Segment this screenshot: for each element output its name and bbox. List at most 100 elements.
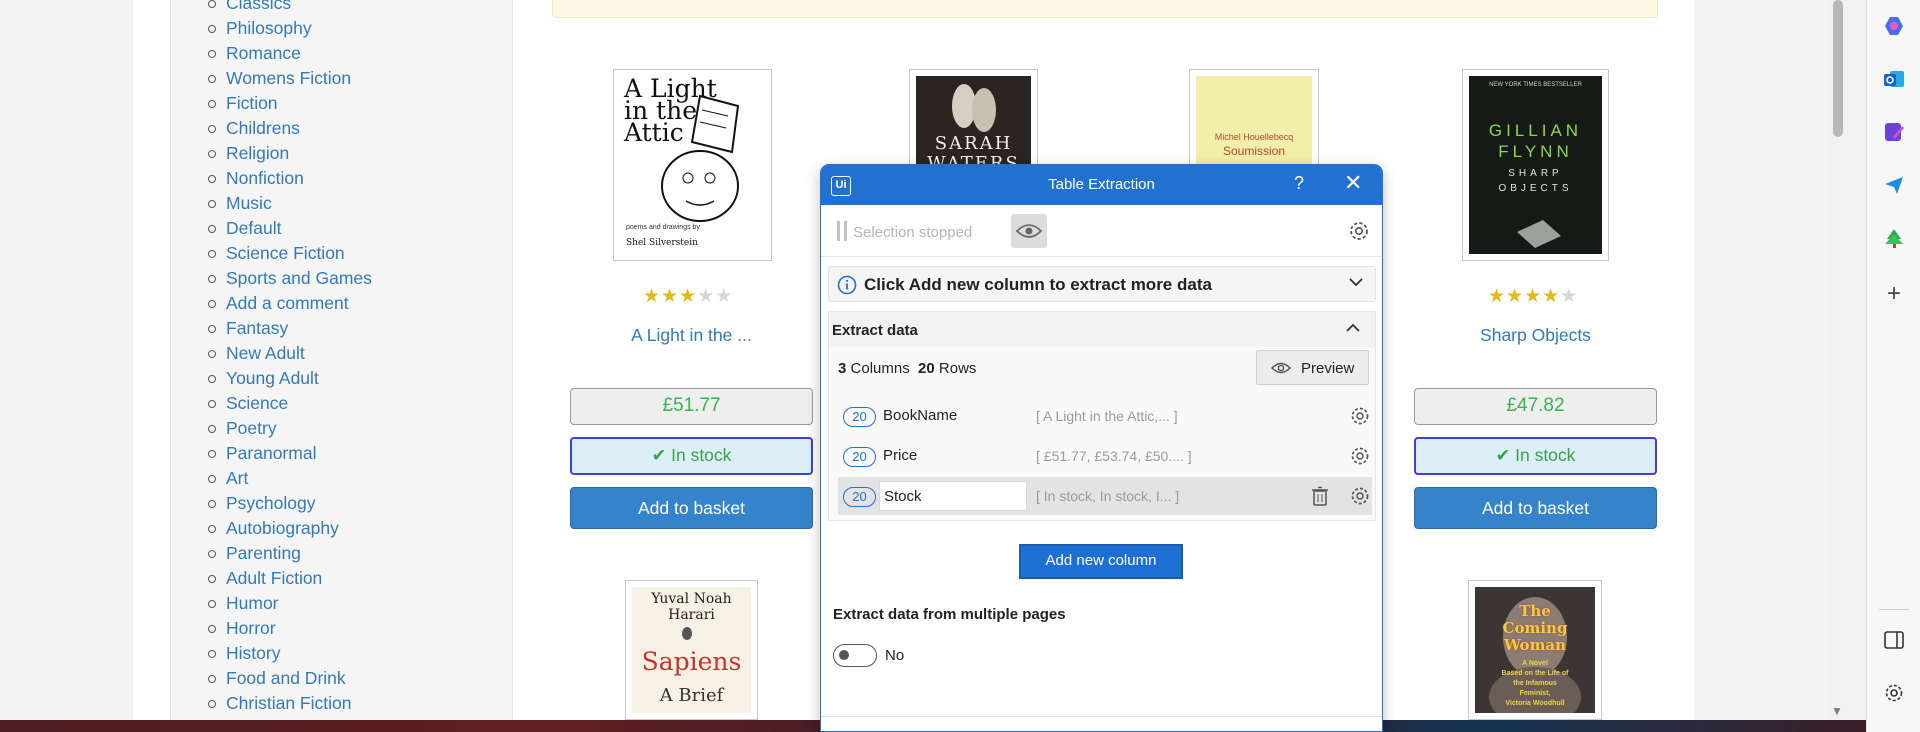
settings-gear-icon[interactable]: [1348, 220, 1370, 247]
book-cover-the-coming-woman[interactable]: The Coming Woman A Novel Based on the Li…: [1468, 580, 1602, 720]
cover-text: A Novel: [1522, 660, 1548, 667]
extract-data-title: Extract data: [832, 322, 918, 339]
category-link[interactable]: Religion: [206, 141, 372, 166]
category-link[interactable]: Fiction: [206, 91, 372, 116]
category-link[interactable]: Parenting: [206, 541, 372, 566]
column-name: BookName: [883, 407, 958, 424]
category-link[interactable]: Womens Fiction: [206, 66, 372, 91]
designer-icon[interactable]: [1882, 120, 1906, 144]
category-link[interactable]: Science Fiction: [206, 241, 372, 266]
page-left-gutter: [0, 0, 133, 720]
column-settings-gear-icon[interactable]: [1350, 446, 1370, 466]
rows-count: 20: [918, 360, 935, 377]
notice-banner: [552, 0, 1658, 18]
category-link[interactable]: Horror: [206, 616, 372, 641]
help-button[interactable]: ?: [1294, 173, 1304, 194]
book-title-link[interactable]: Sharp Objects: [1435, 325, 1636, 346]
info-icon: [837, 275, 857, 295]
multiple-pages-toggle[interactable]: [833, 644, 877, 667]
info-banner[interactable]: Click Add new column to extract more dat…: [828, 266, 1376, 302]
category-link[interactable]: Default: [206, 216, 372, 241]
category-link[interactable]: Humor: [206, 591, 372, 616]
cover-author: Harari: [668, 607, 715, 623]
column-row-price[interactable]: 20 Price [ £51.77, £53.74, £50.... ]: [838, 437, 1372, 475]
book-title-link[interactable]: A Light in the ...: [591, 325, 792, 346]
divider: [1879, 609, 1909, 610]
tree-icon[interactable]: [1882, 226, 1906, 250]
chevron-down-icon[interactable]: [1349, 277, 1363, 287]
category-link[interactable]: Romance: [206, 41, 372, 66]
cover-text: SARAH: [934, 133, 1013, 154]
availability-badge: ✔ In stock: [570, 437, 813, 475]
book-cover-a-light-in-the-attic[interactable]: A Light in the Attic poems and drawings …: [613, 69, 772, 261]
category-link[interactable]: Nonfiction: [206, 166, 372, 191]
category-link[interactable]: Autobiography: [206, 516, 372, 541]
dialog-titlebar[interactable]: Ui Table Extraction ? ✕: [821, 165, 1382, 205]
column-name-input[interactable]: [879, 481, 1027, 511]
divider: [821, 716, 1382, 717]
category-link[interactable]: Fantasy: [206, 316, 372, 341]
cover-text: Coming: [1502, 619, 1568, 637]
category-link[interactable]: Poetry: [206, 416, 372, 441]
pause-icon[interactable]: [837, 221, 847, 241]
category-link[interactable]: Paranormal: [206, 441, 372, 466]
book-cover-sapiens[interactable]: Yuval Noah Harari Sapiens A Brief: [625, 580, 758, 720]
send-icon[interactable]: [1882, 173, 1906, 197]
column-row-bookname[interactable]: 20 BookName [ A Light in the Attic,... ]: [838, 397, 1372, 435]
category-link[interactable]: Add a comment: [206, 291, 372, 316]
column-row-stock[interactable]: 20 [ In stock, In stock, I... ]: [838, 477, 1372, 515]
column-settings-gear-icon[interactable]: [1350, 406, 1370, 426]
column-settings-gear-icon[interactable]: [1350, 486, 1370, 506]
category-link[interactable]: Childrens: [206, 116, 372, 141]
columns-label: Columns: [850, 360, 910, 377]
star-icon: ★: [661, 286, 680, 307]
category-link[interactable]: Art: [206, 466, 372, 491]
scroll-down-arrow-icon[interactable]: ▼: [1831, 704, 1843, 718]
star-icon: ★: [643, 286, 662, 307]
star-icon: ★: [1506, 286, 1525, 307]
book-cover-sharp-objects[interactable]: NEW YORK TIMES BESTSELLER GILLIAN FLYNN …: [1462, 69, 1609, 261]
split-screen-icon[interactable]: [1882, 628, 1906, 652]
stock-text: In stock: [671, 445, 732, 465]
category-link[interactable]: Music: [206, 191, 372, 216]
star-icon: ★: [1488, 286, 1507, 307]
scrollbar-thumb[interactable]: [1833, 0, 1843, 137]
category-link[interactable]: Food and Drink: [206, 666, 372, 691]
column-count-badge: 20: [843, 407, 876, 427]
add-to-basket-button[interactable]: Add to basket: [570, 487, 813, 529]
settings-gear-icon[interactable]: [1882, 681, 1906, 705]
column-sample-values: [ In stock, In stock, I... ]: [1036, 488, 1180, 504]
razor-blade-illustration: [1517, 220, 1561, 248]
category-link[interactable]: Christian Fiction: [206, 691, 372, 716]
category-link[interactable]: New Adult: [206, 341, 372, 366]
category-link[interactable]: Classics: [206, 0, 372, 16]
trash-icon[interactable]: [1311, 486, 1329, 506]
column-sample-values: [ £51.77, £53.74, £50.... ]: [1036, 448, 1192, 464]
rows-label: Rows: [938, 360, 977, 377]
star-icon: ★: [1560, 286, 1579, 307]
availability-badge: ✔ In stock: [1414, 437, 1657, 475]
copilot-icon[interactable]: [1882, 14, 1906, 38]
category-link[interactable]: Adult Fiction: [206, 566, 372, 591]
category-list: Classics Philosophy Romance Womens Fiction F…: [206, 0, 372, 716]
add-icon[interactable]: +: [1882, 280, 1906, 307]
extract-data-header[interactable]: Extract data: [829, 312, 1375, 347]
columns-count: 3: [838, 360, 847, 377]
add-new-column-button[interactable]: Add new column: [1019, 544, 1183, 579]
handprint-icon: [682, 627, 692, 640]
add-to-basket-button[interactable]: Add to basket: [1414, 487, 1657, 529]
highlight-toggle-button[interactable]: [1011, 214, 1047, 248]
cover-title: Soumission: [1222, 144, 1286, 158]
columns-rows-summary: 3 Columns 20 Rows: [838, 360, 976, 377]
multiple-pages-value: No: [885, 647, 905, 664]
close-button[interactable]: ✕: [1344, 170, 1362, 196]
category-link[interactable]: Philosophy: [206, 16, 372, 41]
category-link[interactable]: Science: [206, 391, 372, 416]
outlook-icon[interactable]: [1882, 67, 1906, 91]
chevron-up-icon[interactable]: [1346, 323, 1360, 333]
category-link[interactable]: Psychology: [206, 491, 372, 516]
category-link[interactable]: Sports and Games: [206, 266, 372, 291]
category-link[interactable]: History: [206, 641, 372, 666]
preview-button[interactable]: Preview: [1256, 350, 1369, 385]
category-link[interactable]: Young Adult: [206, 366, 372, 391]
